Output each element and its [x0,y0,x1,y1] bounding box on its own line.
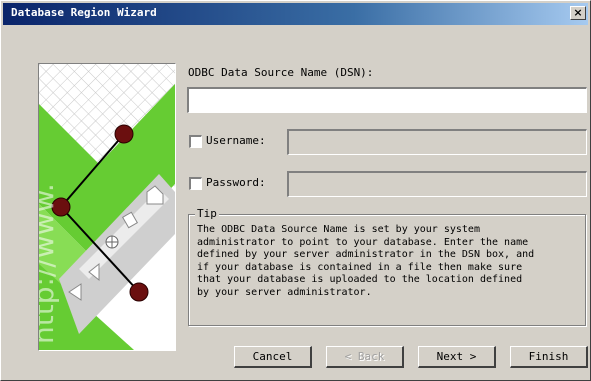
window-title: Database Region Wizard [11,6,157,19]
tip-legend: Tip [195,207,219,220]
password-label: Password: [206,176,266,189]
title-bar[interactable]: Database Region Wizard × [3,3,588,25]
next-button[interactable]: Next > [418,346,496,368]
close-button[interactable]: × [570,6,586,20]
tip-group: Tip The ODBC Data Source Name is set by … [188,207,586,326]
username-input[interactable] [287,129,587,155]
illustration-graphic: http://www. [39,64,175,350]
node-top [114,124,134,144]
watermark-text: http://www. [39,183,60,344]
tip-text: The ODBC Data Source Name is set by your… [197,224,535,298]
wizard-illustration: http://www. [38,63,176,351]
dsn-label: ODBC Data Source Name (DSN): [188,66,374,79]
finish-button[interactable]: Finish [510,346,588,368]
wizard-dialog: Database Region Wizard × http://www. ODB… [0,0,591,381]
dsn-input[interactable] [187,87,587,113]
username-label: Username: [206,134,266,147]
password-checkbox[interactable] [189,177,202,190]
username-checkbox[interactable] [189,135,202,148]
back-button[interactable]: < Back [326,346,404,368]
cancel-button[interactable]: Cancel [234,346,312,368]
password-input[interactable] [287,171,587,197]
node-bottom [129,282,149,302]
close-icon: × [573,6,583,19]
